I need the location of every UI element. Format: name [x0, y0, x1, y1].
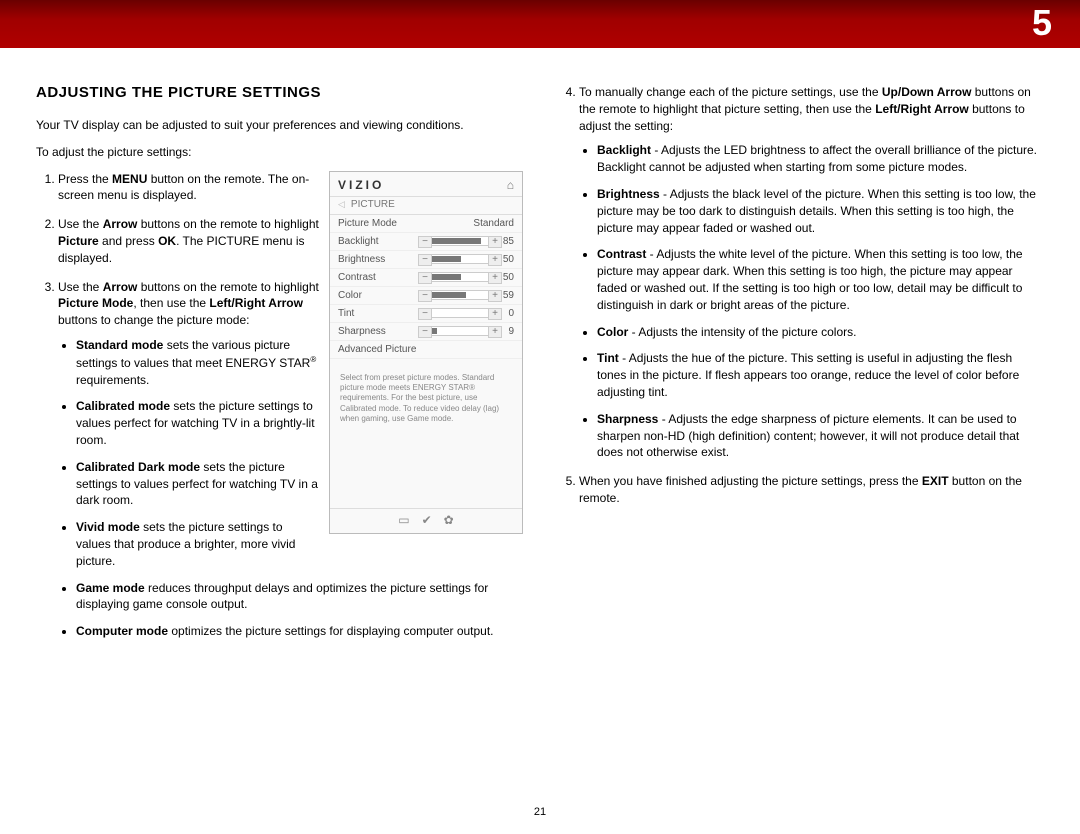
text: Press the — [58, 172, 112, 186]
text: - Adjusts the white level of the picture… — [597, 247, 1023, 311]
osd-row-picture-mode: Picture Mode Standard — [330, 215, 522, 233]
bold: EXIT — [922, 474, 949, 488]
text: - Adjusts the LED brightness to affect t… — [597, 143, 1037, 174]
bold: Arrow — [103, 217, 138, 231]
osd-label: Tint — [338, 308, 354, 319]
list-item: Color - Adjusts the intensity of the pic… — [597, 324, 1044, 341]
slider-icon — [430, 326, 490, 336]
intro-text: Your TV display can be adjusted to suit … — [36, 117, 523, 134]
bold: Picture — [58, 234, 99, 248]
v-icon: ✔ — [422, 513, 432, 527]
osd-row-advanced: Advanced Picture — [330, 341, 522, 359]
list-item: Sharpness - Adjusts the edge sharpness o… — [597, 411, 1044, 461]
step-4: To manually change each of the picture s… — [579, 84, 1044, 461]
back-icon: ◁ — [338, 199, 345, 210]
list-item: Contrast - Adjusts the white level of th… — [597, 246, 1044, 313]
bold: Color — [597, 325, 628, 339]
lead-text: To adjust the picture settings: — [36, 144, 523, 161]
settings-list: Backlight - Adjusts the LED brightness t… — [579, 142, 1044, 461]
text: Use the — [58, 217, 103, 231]
home-icon: ⌂ — [507, 178, 514, 192]
bold: Sharpness — [597, 412, 658, 426]
bold: Backlight — [597, 143, 651, 157]
bold: Game mode — [76, 581, 145, 595]
wide-icon: ▭ — [398, 513, 409, 527]
bold: Vivid mode — [76, 520, 140, 534]
gear-icon: ✿ — [444, 513, 454, 527]
slider-icon — [430, 272, 490, 282]
osd-label: Backlight — [338, 236, 379, 247]
bold: Arrow — [103, 280, 138, 294]
text: buttons to change the picture mode: — [58, 313, 249, 327]
list-item: Game mode reduces throughput delays and … — [76, 580, 523, 614]
slider-icon — [430, 290, 490, 300]
text: When you have finished adjusting the pic… — [579, 474, 922, 488]
bold: Tint — [597, 351, 619, 365]
bold: MENU — [112, 172, 147, 186]
page-number: 21 — [0, 806, 1080, 818]
list-item: Brightness - Adjusts the black level of … — [597, 186, 1044, 236]
osd-label: Contrast — [338, 272, 376, 283]
bold: Up/Down Arrow — [882, 85, 972, 99]
text: - Adjusts the black level of the picture… — [597, 187, 1036, 235]
osd-bottom-bar: ▭ ✔ ✿ — [330, 509, 522, 533]
osd-row-tint: Tint 0 — [330, 305, 522, 323]
osd-row-contrast: Contrast 50 — [330, 269, 522, 287]
osd-row-brightness: Brightness 50 — [330, 251, 522, 269]
osd-hint-text: Select from preset picture modes. Standa… — [330, 359, 522, 509]
osd-label: Sharpness — [338, 326, 386, 337]
list-item: Computer mode optimizes the picture sett… — [76, 623, 523, 640]
list-item: Backlight - Adjusts the LED brightness t… — [597, 142, 1044, 176]
osd-brand: VIZIO — [338, 178, 384, 192]
bold: Brightness — [597, 187, 660, 201]
osd-value: Standard — [473, 218, 514, 229]
osd-label: Advanced Picture — [338, 344, 416, 355]
bold: Picture Mode — [58, 296, 133, 310]
osd-row-color: Color 59 — [330, 287, 522, 305]
osd-label: Brightness — [338, 254, 385, 265]
list-item: Tint - Adjusts the hue of the picture. T… — [597, 350, 1044, 400]
osd-row-backlight: Backlight 85 — [330, 233, 522, 251]
bold: Left/Right Arrow — [209, 296, 303, 310]
chapter-number: 5 — [1032, 2, 1052, 44]
text: Use the — [58, 280, 103, 294]
osd-row-sharpness: Sharpness 9 — [330, 323, 522, 341]
osd-picture-menu: VIZIO ⌂ ◁ PICTURE Picture Mode Standard … — [329, 171, 523, 534]
text: - Adjusts the intensity of the picture c… — [628, 325, 856, 339]
text: - Adjusts the hue of the picture. This s… — [597, 351, 1019, 399]
bold: Contrast — [597, 247, 646, 261]
slider-icon — [430, 254, 490, 264]
bold: Standard mode — [76, 338, 163, 352]
text: , then use the — [133, 296, 209, 310]
osd-breadcrumb: PICTURE — [351, 199, 395, 210]
bold: Computer mode — [76, 624, 168, 638]
bold: Calibrated mode — [76, 399, 170, 413]
chapter-header: 5 — [0, 0, 1080, 48]
step-5: When you have finished adjusting the pic… — [579, 473, 1044, 507]
section-heading: ADJUSTING THE PICTURE SETTINGS — [36, 84, 523, 101]
text: and press — [99, 234, 158, 248]
text: requirements. — [76, 373, 149, 387]
text: optimizes the picture settings for displ… — [168, 624, 494, 638]
bold: Calibrated Dark mode — [76, 460, 200, 474]
steps-list: Press the MENU button on the remote. The… — [36, 84, 1044, 768]
text: buttons on the remote to highlight — [137, 217, 318, 231]
bold: Left/Right Arrow — [875, 102, 969, 116]
sup: ® — [310, 355, 316, 364]
slider-icon — [430, 308, 490, 318]
osd-label: Picture Mode — [338, 218, 397, 229]
text: To manually change each of the picture s… — [579, 85, 882, 99]
slider-icon — [430, 236, 490, 246]
page-body: ADJUSTING THE PICTURE SETTINGS Your TV d… — [0, 48, 1080, 788]
text: buttons on the remote to highlight — [137, 280, 318, 294]
bold: OK — [158, 234, 176, 248]
osd-label: Color — [338, 290, 362, 301]
text: - Adjusts the edge sharpness of picture … — [597, 412, 1019, 460]
